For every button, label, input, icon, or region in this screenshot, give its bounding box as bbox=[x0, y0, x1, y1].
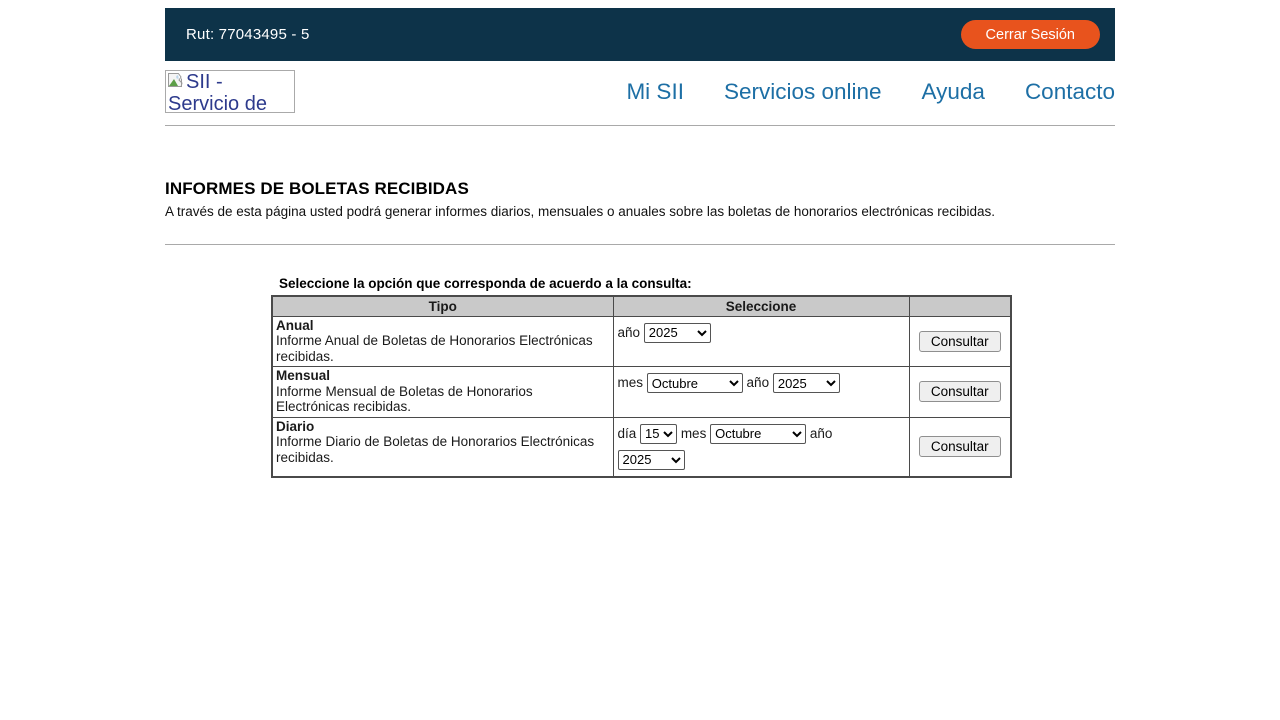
consulta-prompt: Seleccione la opción que corresponda de … bbox=[279, 276, 1115, 291]
page-container: Rut: 77043495 - 5 Cerrar Sesión SII - Se… bbox=[165, 8, 1115, 478]
table-row-diario: Diario Informe Diario de Boletas de Hono… bbox=[272, 417, 1011, 477]
diario-select-cell: día 15 mes Octubre año 2025 bbox=[613, 417, 909, 477]
mensual-year-select[interactable]: 2025 bbox=[773, 373, 840, 393]
mensual-type-label: Mensual bbox=[276, 368, 330, 383]
page-description: A través de esta página usted podrá gene… bbox=[165, 204, 1115, 219]
page-title: INFORMES DE BOLETAS RECIBIDAS bbox=[165, 179, 1115, 199]
nav-mi-sii[interactable]: Mi SII bbox=[626, 79, 684, 105]
topbar: Rut: 77043495 - 5 Cerrar Sesión bbox=[165, 8, 1115, 61]
diario-action-cell: Consultar bbox=[909, 417, 1011, 477]
header-row: SII - Servicio de Mi SII Servicios onlin… bbox=[165, 61, 1115, 113]
anual-tipo-cell: Anual Informe Anual de Boletas de Honora… bbox=[272, 316, 613, 367]
nav-servicios-online[interactable]: Servicios online bbox=[724, 79, 882, 105]
column-header-tipo: Tipo bbox=[272, 296, 613, 316]
broken-image-icon bbox=[168, 71, 185, 93]
column-header-action bbox=[909, 296, 1011, 316]
mensual-description: Informe Mensual de Boletas de Honorarios… bbox=[276, 384, 533, 415]
diario-tipo-cell: Diario Informe Diario de Boletas de Hono… bbox=[272, 417, 613, 477]
diario-year-select[interactable]: 2025 bbox=[618, 450, 685, 470]
diario-description: Informe Diario de Boletas de Honorarios … bbox=[276, 434, 594, 465]
mensual-select-cell: mes Octubre año 2025 bbox=[613, 367, 909, 418]
mensual-month-label: mes bbox=[618, 375, 644, 390]
nav-contacto[interactable]: Contacto bbox=[1025, 79, 1115, 105]
nav-ayuda[interactable]: Ayuda bbox=[922, 79, 985, 105]
anual-type-label: Anual bbox=[276, 318, 314, 333]
diario-day-label: día bbox=[618, 426, 637, 441]
table-row-mensual: Mensual Informe Mensual de Boletas de Ho… bbox=[272, 367, 1011, 418]
report-options-table: Tipo Seleccione Anual Informe Anual de B… bbox=[271, 295, 1012, 478]
column-header-seleccione: Seleccione bbox=[613, 296, 909, 316]
anual-year-label: año bbox=[618, 325, 641, 340]
mensual-year-label: año bbox=[747, 375, 770, 390]
header-divider bbox=[165, 125, 1115, 126]
anual-action-cell: Consultar bbox=[909, 316, 1011, 367]
rut-label: Rut: 77043495 - 5 bbox=[165, 26, 310, 43]
diario-consultar-button[interactable]: Consultar bbox=[919, 436, 1001, 457]
main-nav: Mi SII Servicios online Ayuda Contacto bbox=[626, 79, 1115, 105]
content-divider bbox=[165, 244, 1115, 245]
sii-logo-broken-image[interactable]: SII - Servicio de bbox=[165, 70, 295, 113]
mensual-tipo-cell: Mensual Informe Mensual de Boletas de Ho… bbox=[272, 367, 613, 418]
diario-month-label: mes bbox=[681, 426, 707, 441]
diario-day-select[interactable]: 15 bbox=[640, 424, 677, 444]
mensual-consultar-button[interactable]: Consultar bbox=[919, 381, 1001, 402]
diario-year-label: año bbox=[810, 426, 833, 441]
anual-description: Informe Anual de Boletas de Honorarios E… bbox=[276, 333, 593, 364]
mensual-month-select[interactable]: Octubre bbox=[647, 373, 743, 393]
anual-year-select[interactable]: 2025 bbox=[644, 323, 711, 343]
consulta-section: Seleccione la opción que corresponda de … bbox=[165, 276, 1115, 478]
table-header-row: Tipo Seleccione bbox=[272, 296, 1011, 316]
diario-month-select[interactable]: Octubre bbox=[710, 424, 806, 444]
table-row-anual: Anual Informe Anual de Boletas de Honora… bbox=[272, 316, 1011, 367]
anual-consultar-button[interactable]: Consultar bbox=[919, 331, 1001, 352]
logout-button[interactable]: Cerrar Sesión bbox=[961, 20, 1100, 49]
anual-select-cell: año 2025 bbox=[613, 316, 909, 367]
diario-type-label: Diario bbox=[276, 419, 314, 434]
mensual-action-cell: Consultar bbox=[909, 367, 1011, 418]
